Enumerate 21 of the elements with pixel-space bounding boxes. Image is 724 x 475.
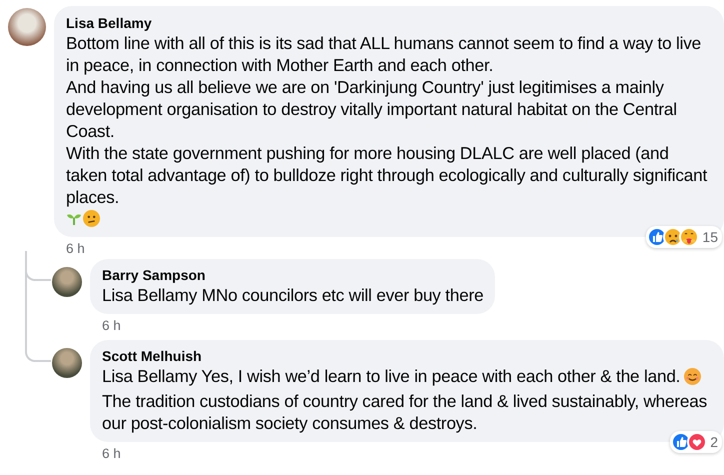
comment-text: Bottom line with all of this is its sad that ALL humans cannot seem to find a way to live in peace, in connection with Mother Earth and each other. bbox=[66, 32, 702, 76]
hugging-face-reaction-icon bbox=[679, 227, 700, 247]
comment-text: The tradition custodians of country cared for the land & lived sustainably, whereas our post-colonialism society consumes & destroys. bbox=[102, 390, 708, 434]
comment-author[interactable]: Scott Melhuish bbox=[102, 347, 712, 365]
comment-time[interactable]: 6 h bbox=[102, 446, 121, 462]
confused-face-icon bbox=[83, 210, 100, 227]
comment-text: Lisa Bellamy MNo councilors etc will ever buy there bbox=[102, 284, 484, 306]
comment-author[interactable]: Barry Sampson bbox=[102, 266, 484, 284]
comment-time[interactable]: 6 h bbox=[66, 241, 85, 257]
avatar[interactable] bbox=[52, 267, 82, 297]
smiling-face-icon bbox=[684, 368, 702, 385]
reaction-summary[interactable]: 2 bbox=[670, 431, 722, 453]
avatar[interactable] bbox=[8, 8, 46, 46]
comment-text: Lisa Bellamy Yes, I wish we’d learn to live in peace with each other & the land. bbox=[102, 365, 712, 390]
reaction-summary[interactable]: 15 bbox=[646, 226, 722, 248]
comment-time[interactable]: 6 h bbox=[102, 318, 121, 334]
avatar[interactable] bbox=[52, 348, 82, 378]
heart-reaction-icon bbox=[687, 432, 708, 452]
comment-text: With the state government pushing for more housing DLALC are well placed (and taken total advantage of) to bulldoze right through ecologically and culturally significant places. bbox=[66, 142, 708, 208]
comment-author[interactable]: Lisa Bellamy bbox=[66, 14, 712, 32]
comment-text: And having us all believe we are on 'Darkinjung Country' just legitimises a mainly development organisation to destroy vitally important natural habitat on the Central Coast. bbox=[66, 76, 678, 142]
